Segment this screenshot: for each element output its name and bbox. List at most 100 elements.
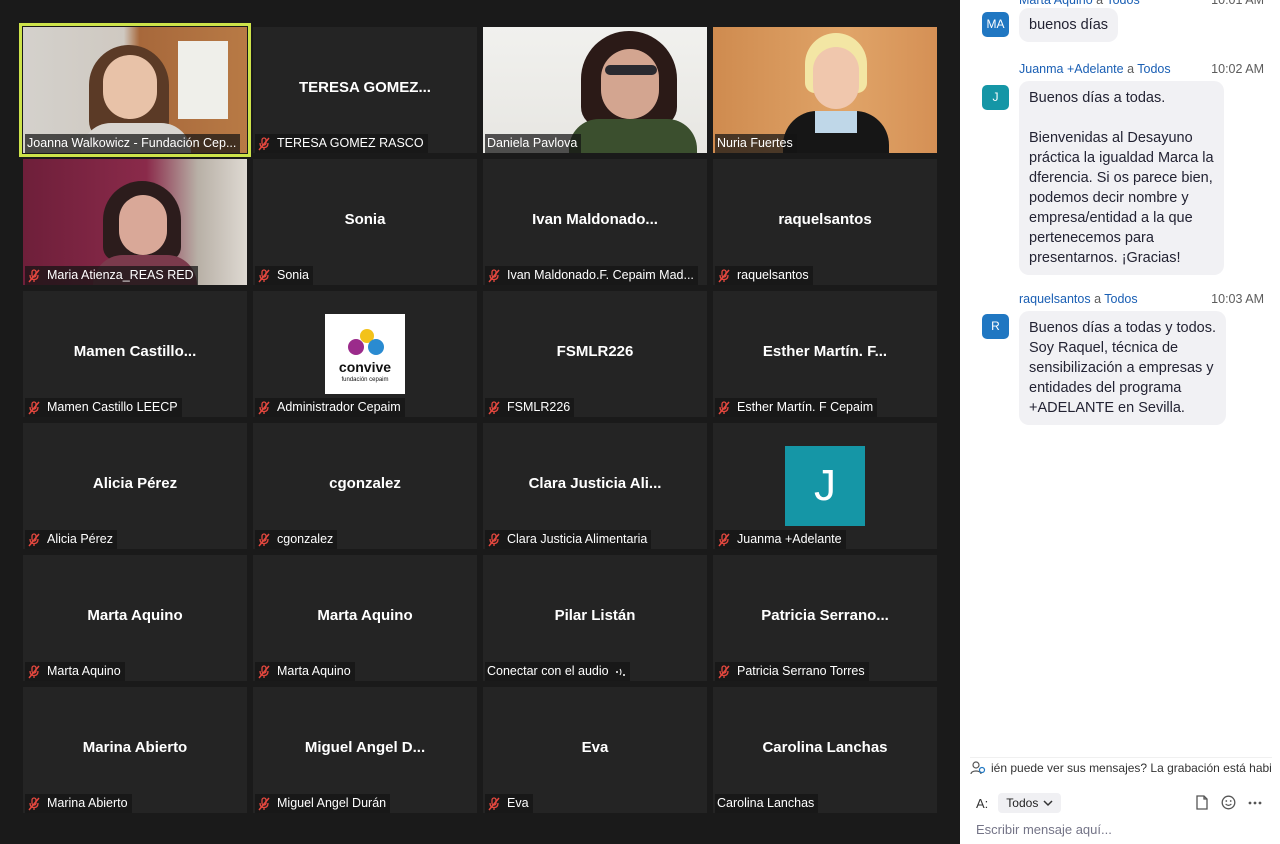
chat-message-bubble[interactable]: Buenos días a todas y todos. Soy Raquel,… <box>1019 311 1227 425</box>
muted-mic-icon <box>258 268 270 282</box>
participant-tile[interactable]: FSMLR226 FSMLR226 <box>483 291 707 417</box>
participant-tile[interactable]: TERESA GOMEZ... TERESA GOMEZ RASCO <box>253 27 477 153</box>
participant-display-name: Clara Justicia Ali... <box>528 475 662 492</box>
participant-display-name: Esther Martín. F... <box>762 343 888 360</box>
participant-name-label: Eva <box>485 794 533 813</box>
participant-tile[interactable]: Marina Abierto Marina Abierto <box>23 687 247 813</box>
participant-tile[interactable]: J Juanma +Adelante <box>713 423 937 549</box>
participant-tile[interactable]: convive fundación cepaim Administrador Cep… <box>253 291 477 417</box>
muted-mic-icon <box>488 796 500 810</box>
muted-mic-icon <box>28 664 40 678</box>
chat-sender[interactable]: Marta Aquino <box>1019 0 1093 7</box>
participant-name-label: Ivan Maldonado.F. Cepaim Mad... <box>485 266 698 285</box>
muted-mic-icon <box>488 532 500 546</box>
people-icon <box>970 760 986 774</box>
participant-tile[interactable]: raquelsantos raquelsantos <box>713 159 937 285</box>
chat-message-header: Juanma +Adelante a Todos <box>1019 62 1171 76</box>
participant-name-text: Marina Abierto <box>47 796 128 810</box>
participant-name-text: Patricia Serrano Torres <box>737 664 865 678</box>
participant-tile[interactable]: Mamen Castillo... Mamen Castillo LEECP <box>23 291 247 417</box>
muted-mic-icon <box>258 532 270 546</box>
participant-tile[interactable]: Alicia Pérez Alicia Pérez <box>23 423 247 549</box>
participant-tile[interactable]: Sonia Sonia <box>253 159 477 285</box>
more-options-icon[interactable] <box>1248 801 1262 805</box>
chat-recipient: Todos <box>1106 0 1140 7</box>
participant-name-text: Marta Aquino <box>277 664 351 678</box>
participant-tile[interactable]: Maria Atienza_REAS RED <box>23 159 247 285</box>
recipient-value: Todos <box>1006 796 1039 810</box>
participant-tile[interactable]: Clara Justicia Ali... Clara Justicia Alim… <box>483 423 707 549</box>
chat-timestamp: 10:03 AM <box>1211 292 1264 306</box>
participant-tile[interactable]: Esther Martín. F... Esther Martín. F Cepa… <box>713 291 937 417</box>
participant-name-text: Alicia Pérez <box>47 532 113 546</box>
participant-display-name: Marina Abierto <box>82 739 188 756</box>
participant-display-name: raquelsantos <box>778 211 872 228</box>
muted-mic-icon <box>258 400 270 414</box>
convive-logo: convive fundación cepaim <box>325 314 405 394</box>
participant-tile[interactable]: Miguel Angel D... Miguel Angel Durán <box>253 687 477 813</box>
participant-tile[interactable]: Marta Aquino Marta Aquino <box>23 555 247 681</box>
chat-tools <box>1195 795 1262 810</box>
participant-name-text: Conectar con el audio <box>487 664 609 678</box>
participant-display-name: Marta Aquino <box>87 607 183 624</box>
participant-name-text: raquelsantos <box>737 268 809 282</box>
participant-display-name: FSMLR226 <box>556 343 634 360</box>
participant-name-label: FSMLR226 <box>485 398 575 417</box>
chat-message-bubble[interactable]: Buenos días a todas. Bienvenidas al Desa… <box>1019 81 1224 275</box>
chat-panel: Marta Aquino a Todos 10:01 AM MA buenos día… <box>960 0 1280 844</box>
participant-name-label: Marta Aquino <box>25 662 125 681</box>
muted-mic-icon <box>718 532 730 546</box>
emoji-icon[interactable] <box>1221 795 1236 810</box>
participant-display-name: Alicia Pérez <box>92 475 178 492</box>
chat-to-word: a <box>1094 292 1102 306</box>
participant-display-name: Marta Aquino <box>317 607 413 624</box>
chat-timestamp: 10:01 AM <box>1211 0 1264 7</box>
muted-mic-icon <box>28 532 40 546</box>
chat-message-bubble[interactable]: buenos días <box>1019 8 1119 42</box>
participant-name-label: Miguel Angel Durán <box>255 794 391 813</box>
participant-display-name: Pilar Listán <box>554 607 636 624</box>
chat-sender[interactable]: Juanma +Adelante <box>1019 62 1124 76</box>
participant-tile[interactable]: Daniela Pavlova <box>483 27 707 153</box>
muted-mic-icon <box>28 268 40 282</box>
participant-name-label: Clara Justicia Alimentaria <box>485 530 652 549</box>
chat-timestamp: 10:02 AM <box>1211 62 1264 76</box>
participant-name-text: Carolina Lanchas <box>717 796 815 810</box>
participant-name-text: Daniela Pavlova <box>487 136 578 150</box>
participant-tile[interactable]: Marta Aquino Marta Aquino <box>253 555 477 681</box>
participant-name-text: Sonia <box>277 268 309 282</box>
participant-tile[interactable]: Joanna Walkowicz - Fundación Cep... <box>19 23 251 157</box>
chat-to-word: a <box>1127 62 1135 76</box>
participant-tile[interactable]: Ivan Maldonado... Ivan Maldonado.F. Cepai… <box>483 159 707 285</box>
chat-message-input[interactable] <box>976 822 1266 837</box>
participant-name-text: Esther Martín. F Cepaim <box>737 400 874 414</box>
participant-tile[interactable]: Nuria Fuertes <box>713 27 937 153</box>
participant-name-label: TERESA GOMEZ RASCO <box>255 134 428 153</box>
muted-mic-icon <box>718 400 730 414</box>
participant-avatar: J <box>785 446 865 526</box>
logo-text: convive <box>339 359 391 375</box>
participant-display-name: Eva <box>581 739 609 756</box>
chevron-down-icon <box>1043 800 1053 807</box>
participant-name-label: Patricia Serrano Torres <box>715 662 869 681</box>
participant-name-label: Conectar con el audio <box>485 662 630 681</box>
muted-mic-icon <box>258 664 270 678</box>
participant-tile[interactable]: Pilar Listán Conectar con el audio <box>483 555 707 681</box>
recipient-row: A: Todos <box>976 793 1062 813</box>
participant-tile[interactable]: cgonzalez cgonzalez <box>253 423 477 549</box>
recipient-label: A: <box>976 795 989 811</box>
recipient-dropdown[interactable]: Todos <box>998 793 1062 813</box>
participant-name-text: cgonzalez <box>277 532 334 546</box>
participant-tile[interactable]: Patricia Serrano... Patricia Serrano Torr… <box>713 555 937 681</box>
file-icon[interactable] <box>1195 795 1209 810</box>
muted-mic-icon <box>718 664 730 678</box>
muted-mic-icon <box>488 268 500 282</box>
chat-privacy-notice[interactable]: ién puede ver sus mensajes? La grabación… <box>970 757 1272 777</box>
audio-connecting-icon <box>615 668 625 676</box>
chat-sender[interactable]: raquelsantos <box>1019 292 1091 306</box>
video-gallery: Joanna Walkowicz - Fundación Cep... TERES… <box>0 0 960 844</box>
participant-name-label: Juanma +Adelante <box>715 530 846 549</box>
participant-tile[interactable]: Carolina Lanchas Carolina Lanchas <box>713 687 937 813</box>
participant-tile[interactable]: Eva Eva <box>483 687 707 813</box>
logo-subtext: fundación cepaim <box>341 377 388 383</box>
